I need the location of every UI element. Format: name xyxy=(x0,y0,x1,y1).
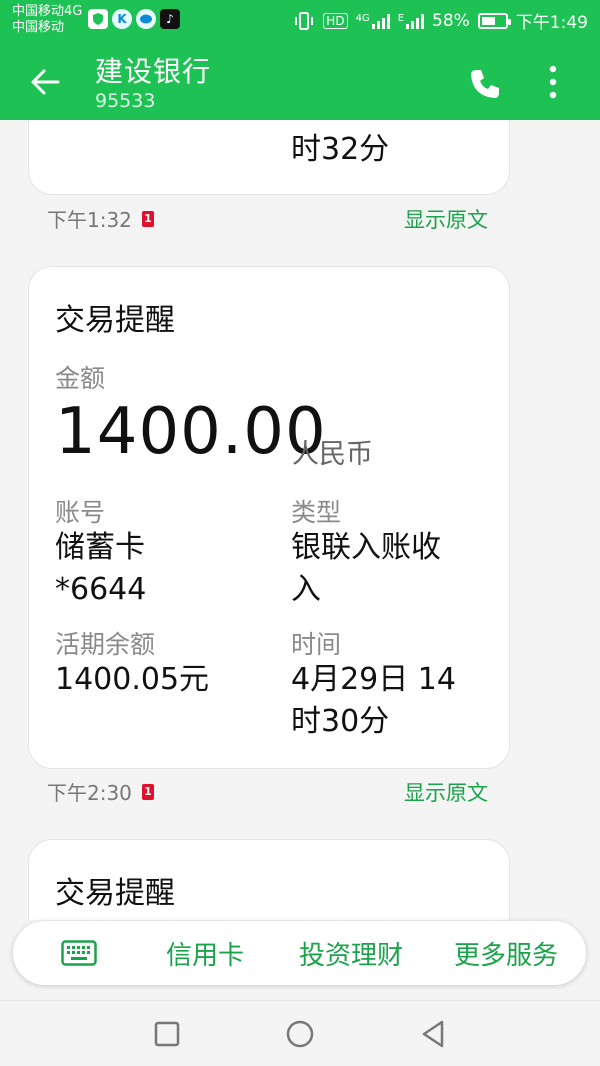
transaction-type-line2: 入 xyxy=(291,572,321,607)
more-vertical-icon xyxy=(549,65,557,99)
amount-value: 1400.00 xyxy=(55,395,327,469)
message-meta: 下午2:30 1 xyxy=(47,777,154,806)
back-button[interactable] xyxy=(24,60,68,104)
shield-icon xyxy=(88,9,108,29)
message-time: 下午2:30 xyxy=(47,781,132,805)
contact-name: 建设银行 xyxy=(95,55,212,88)
back-nav-button[interactable] xyxy=(416,1017,450,1051)
balance-label: 活期余额 xyxy=(55,630,156,659)
message-text-fragment: 时32分 xyxy=(291,132,390,167)
transaction-time-line1: 4月29日 14 xyxy=(291,662,456,697)
transaction-type-line1: 银联入账收 xyxy=(291,530,441,565)
message-time: 下午1:32 xyxy=(47,208,132,232)
vibrate-icon xyxy=(295,11,314,30)
network-type-1: 4G xyxy=(355,12,370,24)
home-button[interactable] xyxy=(283,1017,317,1051)
message-title: 交易提醒 xyxy=(55,876,175,911)
account-type: 储蓄卡 xyxy=(55,530,145,565)
time-label: 时间 xyxy=(291,630,342,659)
k-app-icon: K xyxy=(112,9,132,29)
circle-icon xyxy=(286,1020,314,1048)
phone-icon xyxy=(471,70,499,98)
tiktok-icon: ♪ xyxy=(160,9,180,29)
message-list[interactable]: 时32分 下午1:32 1 显示原文 交易提醒 金额 1400.00 人民币 账… xyxy=(0,120,600,920)
system-status: HD 4G E 58% 下午1:49 xyxy=(293,8,588,33)
sim-card-icon: 1 xyxy=(141,783,154,800)
square-icon xyxy=(154,1021,180,1047)
status-bar: 中国移动4G 中国移动 K ♪ HD 4G E 58% 下午1:49 xyxy=(0,0,600,42)
show-original-link[interactable]: 显示原文 xyxy=(404,777,488,807)
battery-percent: 58% xyxy=(432,10,470,31)
network-type-2: E xyxy=(397,12,405,24)
signal-1: 4G xyxy=(356,13,390,29)
message-title: 交易提醒 xyxy=(55,303,175,338)
show-original-link[interactable]: 显示原文 xyxy=(404,204,488,234)
service-menu: 信用卡 投资理财 更多服务 xyxy=(13,921,586,985)
menu-investment[interactable]: 投资理财 xyxy=(265,935,437,972)
notification-icons: K ♪ xyxy=(88,9,180,29)
chat-app-icon xyxy=(136,9,156,29)
signal-2: E xyxy=(397,12,425,29)
clock: 下午1:49 xyxy=(515,13,588,33)
app-header: 建设银行 95533 xyxy=(0,42,600,120)
back-arrow-icon xyxy=(31,69,60,95)
currency-label: 人民币 xyxy=(292,439,373,470)
carrier-1: 中国移动4G xyxy=(12,4,83,19)
carrier-info: 中国移动4G 中国移动 xyxy=(12,4,82,36)
account-label: 账号 xyxy=(55,498,106,527)
sim-card-icon: 1 xyxy=(141,210,154,227)
message-meta: 下午1:32 1 xyxy=(47,204,154,233)
recents-button[interactable] xyxy=(150,1017,184,1051)
system-nav-bar xyxy=(0,1000,600,1066)
type-label: 类型 xyxy=(291,498,342,527)
call-button[interactable] xyxy=(465,64,505,104)
keyboard-icon xyxy=(61,940,97,966)
triangle-back-icon xyxy=(422,1020,444,1048)
menu-more-services[interactable]: 更多服务 xyxy=(437,935,575,972)
carrier-2: 中国移动 xyxy=(12,20,65,35)
message-bubble[interactable]: 时32分 xyxy=(28,120,510,195)
more-options-button[interactable] xyxy=(540,60,566,104)
battery-icon xyxy=(477,12,511,29)
message-bubble[interactable]: 交易提醒 xyxy=(28,839,510,920)
balance-value: 1400.05元 xyxy=(55,662,210,697)
account-number: *6644 xyxy=(55,572,147,607)
contact-number: 95533 xyxy=(95,90,156,112)
signal-bars-icon xyxy=(371,13,390,29)
transaction-time-line2: 时30分 xyxy=(291,704,390,739)
signal-bars-icon xyxy=(406,13,425,29)
message-bubble[interactable]: 交易提醒 金额 1400.00 人民币 账号 储蓄卡 *6644 类型 银联入账… xyxy=(28,266,510,769)
amount-label: 金额 xyxy=(55,364,106,393)
keyboard-toggle-button[interactable] xyxy=(13,921,145,985)
menu-credit-card[interactable]: 信用卡 xyxy=(145,935,265,972)
hd-icon: HD xyxy=(323,12,348,29)
